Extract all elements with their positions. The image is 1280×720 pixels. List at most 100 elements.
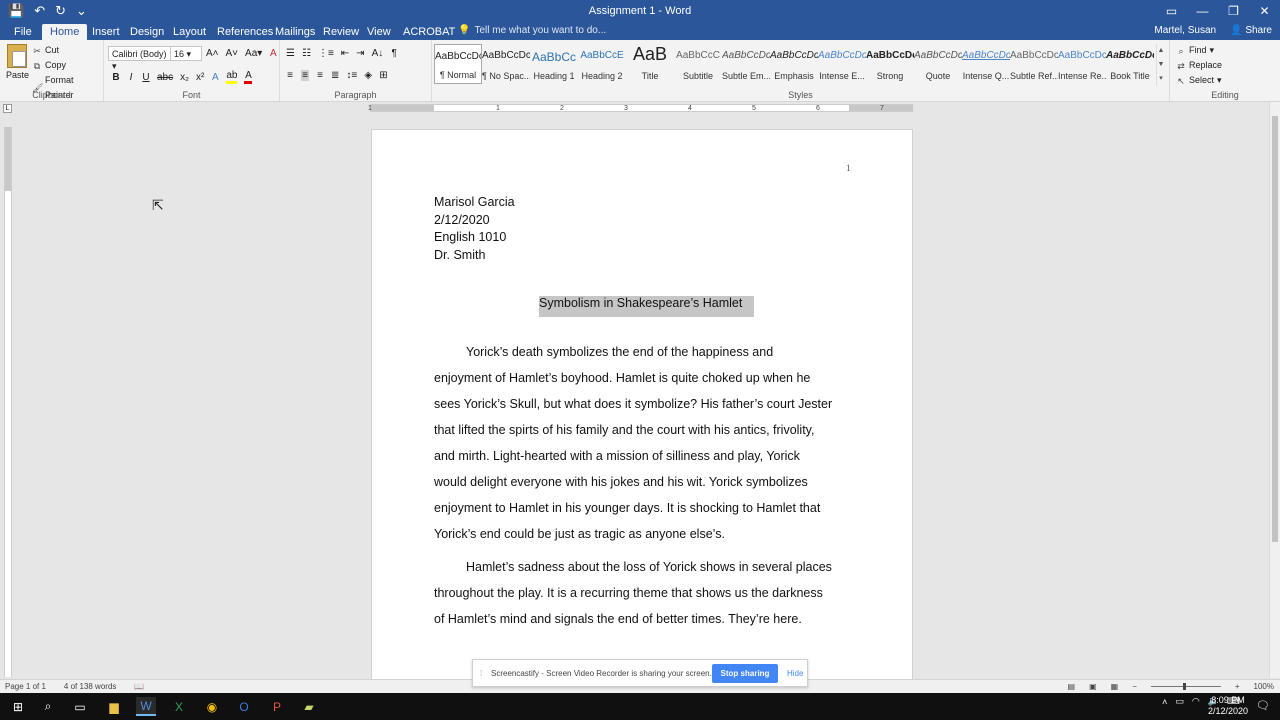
minimize-icon[interactable]: —: [1187, 0, 1218, 22]
tray-overflow-icon[interactable]: ˄: [1162, 697, 1167, 707]
course-line[interactable]: English 1010: [434, 229, 515, 247]
replace-button[interactable]: ⇄ Replace: [1176, 58, 1222, 73]
document-page[interactable]: 1 Marisol Garcia 2/12/2020 English 1010 …: [371, 129, 913, 689]
paste-button[interactable]: Paste: [6, 44, 29, 80]
subscript-icon[interactable]: x₂: [180, 72, 189, 83]
restore-icon[interactable]: ❐: [1218, 0, 1249, 22]
bold-icon[interactable]: B: [112, 72, 120, 83]
scroll-up-icon[interactable]: ▲: [1157, 44, 1165, 58]
notes-app-icon[interactable]: ▰: [299, 697, 319, 716]
user-name[interactable]: Martel, Susan: [1154, 25, 1216, 36]
font-name-box[interactable]: Calibri (Body) ▾: [108, 46, 172, 71]
proofing-icon[interactable]: 📖: [134, 682, 144, 691]
paragraph-1[interactable]: Yorick’s death symbolizes the end of the…: [434, 339, 854, 547]
zoom-in-icon[interactable]: +: [1235, 682, 1240, 691]
style-subtitle[interactable]: AaBbCcC Subtitle: [674, 44, 722, 84]
style-emphasis[interactable]: AaBbCcDc Emphasis: [770, 44, 818, 84]
numbering-icon[interactable]: ☷: [302, 48, 311, 59]
chrome-app-icon[interactable]: ◉: [202, 697, 222, 716]
underline-icon[interactable]: U: [142, 72, 150, 83]
select-button[interactable]: ↖ Select ▾: [1176, 73, 1222, 88]
style-heading-1[interactable]: AaBbCc Heading 1: [530, 44, 578, 84]
style-no-spacing[interactable]: AaBbCcDc ¶ No Spac...: [482, 44, 530, 84]
word-app-icon[interactable]: W: [136, 697, 156, 716]
text-effects-icon[interactable]: A: [211, 72, 219, 83]
italic-icon[interactable]: I: [127, 72, 135, 83]
wifi-icon[interactable]: ◠: [1192, 696, 1200, 707]
cut-button[interactable]: ✂ Cut: [32, 43, 103, 58]
style-subtle-reference[interactable]: AaBbCcDc Subtle Ref...: [1010, 44, 1058, 84]
essay-title[interactable]: Symbolism in Shakespeare’s Hamlet: [539, 296, 754, 317]
scroll-down-icon[interactable]: ▼: [1157, 58, 1165, 72]
date-line[interactable]: 2/12/2020: [434, 212, 515, 230]
horizontal-ruler[interactable]: 1 1 2 3 4 5 6 7: [368, 104, 913, 112]
tab-acrobat[interactable]: ACROBAT: [395, 24, 463, 40]
strikethrough-icon[interactable]: abc: [157, 72, 173, 83]
highlight-icon[interactable]: ab: [226, 70, 238, 84]
file-explorer-icon[interactable]: ▆: [104, 697, 124, 716]
search-icon[interactable]: ⌕: [38, 697, 58, 716]
change-case-icon[interactable]: Aa▾: [245, 48, 262, 59]
zoom-level[interactable]: 100%: [1254, 682, 1274, 691]
justify-icon[interactable]: ≣: [331, 70, 339, 81]
vertical-scrollbar[interactable]: [1269, 102, 1280, 678]
style-intense-emphasis[interactable]: AaBbCcDc Intense E...: [818, 44, 866, 84]
close-icon[interactable]: ✕: [1249, 0, 1280, 22]
sort-icon[interactable]: A↓: [372, 48, 384, 59]
style-book-title[interactable]: AaBbCcDc Book Title: [1106, 44, 1154, 84]
shading-icon[interactable]: ◈: [364, 70, 372, 81]
shrink-font-icon[interactable]: A˅: [226, 48, 239, 59]
copy-button[interactable]: ⧉ Copy: [32, 58, 103, 73]
line-spacing-icon[interactable]: ↕≡: [346, 70, 357, 81]
superscript-icon[interactable]: x²: [196, 72, 204, 83]
style-quote[interactable]: AaBbCcDc Quote: [914, 44, 962, 84]
align-left-icon[interactable]: ≡: [286, 70, 294, 81]
decrease-indent-icon[interactable]: ⇤: [341, 48, 349, 59]
align-right-icon[interactable]: ≡: [316, 70, 324, 81]
styles-scroll[interactable]: ▲ ▼ ▾: [1156, 44, 1165, 86]
ribbon-display-options-icon[interactable]: ▭: [1156, 0, 1187, 22]
windows-start-icon[interactable]: ⊞: [8, 697, 28, 716]
tab-layout[interactable]: Layout: [165, 24, 214, 40]
tell-me-box[interactable]: 💡 Tell me what you want to do...: [458, 25, 606, 36]
read-mode-icon[interactable]: ▤: [1068, 682, 1076, 691]
share-button[interactable]: 👤 Share: [1230, 25, 1272, 36]
increase-indent-icon[interactable]: ⇥: [356, 48, 364, 59]
more-styles-icon[interactable]: ▾: [1157, 72, 1165, 86]
notification-icon[interactable]: 🗨: [1256, 699, 1270, 712]
zoom-slider[interactable]: [1150, 683, 1221, 690]
style-normal[interactable]: AaBbCcDc ¶ Normal: [434, 44, 482, 84]
drag-handle-icon[interactable]: ⁞: [480, 669, 482, 678]
stop-sharing-button[interactable]: Stop sharing: [712, 664, 778, 683]
borders-icon[interactable]: ⊞: [379, 70, 387, 81]
outlook-app-icon[interactable]: O: [234, 697, 254, 716]
multilevel-list-icon[interactable]: ⋮≡: [318, 48, 334, 59]
style-heading-2[interactable]: AaBbCcE Heading 2: [578, 44, 626, 84]
tab-home[interactable]: Home: [42, 24, 88, 40]
zoom-out-icon[interactable]: −: [1132, 682, 1137, 691]
page-count-status[interactable]: Page 1 of 1: [5, 682, 46, 691]
word-count-status[interactable]: 4 of 138 words: [64, 682, 116, 691]
tab-view[interactable]: View: [359, 24, 399, 40]
style-strong[interactable]: AaBbCcDc Strong: [866, 44, 914, 84]
excel-app-icon[interactable]: X: [169, 697, 189, 716]
instructor-line[interactable]: Dr. Smith: [434, 247, 515, 265]
style-subtle-emphasis[interactable]: AaBbCcDc Subtle Em...: [722, 44, 770, 84]
powerpoint-app-icon[interactable]: P: [267, 697, 287, 716]
tab-selector[interactable]: L: [3, 104, 12, 113]
vertical-ruler[interactable]: [4, 127, 12, 677]
bullets-icon[interactable]: ☰: [286, 48, 295, 59]
network-icon[interactable]: ▭: [1175, 696, 1184, 707]
scrollbar-thumb[interactable]: [1272, 116, 1278, 542]
center-icon[interactable]: ≡: [301, 70, 309, 81]
find-button[interactable]: ⌕ Find ▾: [1176, 43, 1222, 58]
style-intense-quote[interactable]: AaBbCcDc Intense Q...: [962, 44, 1010, 84]
font-size-box[interactable]: 16 ▾: [170, 46, 202, 61]
student-name[interactable]: Marisol Garcia: [434, 194, 515, 212]
hide-link[interactable]: Hide: [787, 669, 803, 678]
tab-insert[interactable]: Insert: [84, 24, 128, 40]
style-title[interactable]: AaB Title: [626, 44, 674, 84]
print-layout-icon[interactable]: ▣: [1089, 682, 1097, 691]
font-color-icon[interactable]: A: [244, 70, 253, 84]
tab-file[interactable]: File: [6, 24, 40, 40]
